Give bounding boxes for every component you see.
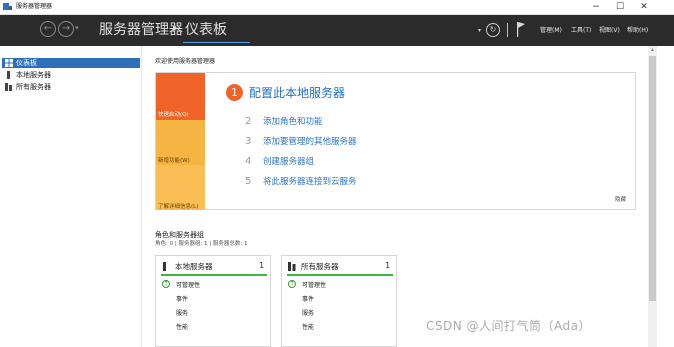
refresh-icon[interactable]: ↻ bbox=[486, 23, 500, 37]
local-server-tile[interactable]: 本地服务器 1 ↑ 可管理性 事件 服务 性能 bbox=[155, 255, 271, 347]
quick-start-panel: 快速启动(Q) 新增功能(W) 了解详细信息(L) 1 配置此本地服务器 2 添… bbox=[155, 72, 636, 210]
main-step-number: 1 bbox=[226, 84, 243, 101]
roles-section-summary: 角色: 0 | 服务器组: 1 | 服务器总数: 1 bbox=[155, 241, 248, 247]
learn-more-tab[interactable]: 了解详细信息(L) bbox=[156, 165, 205, 210]
notifications-flag-icon[interactable] bbox=[516, 22, 526, 37]
tile-row-services[interactable]: 服务 bbox=[302, 308, 314, 317]
step-number: 4 bbox=[245, 156, 252, 167]
tile-row-manageability[interactable]: 可管理性 bbox=[176, 280, 200, 289]
menu-tools[interactable]: 工具(T) bbox=[571, 26, 591, 35]
step-number: 3 bbox=[245, 136, 252, 147]
dashboard-main: 欢迎使用服务器管理器 快速启动(Q) 新增功能(W) 了解详细信息(L) 1 配… bbox=[142, 46, 648, 347]
tile-row-events[interactable]: 事件 bbox=[176, 294, 188, 303]
add-servers-link[interactable]: 添加要管理的其他服务器 bbox=[263, 136, 357, 148]
step-number: 5 bbox=[245, 176, 252, 187]
tile-count: 1 bbox=[385, 261, 390, 270]
sidebar-item-dashboard[interactable]: 仪表板 bbox=[2, 58, 140, 68]
whats-new-label: 新增功能(W) bbox=[158, 158, 190, 164]
window-title: 服务器管理器 bbox=[16, 3, 53, 10]
tile-title: 本地服务器 bbox=[175, 262, 213, 271]
scrollbar-thumb[interactable] bbox=[649, 56, 656, 301]
sidebar: 仪表板 本地服务器 所有服务器 bbox=[0, 46, 142, 347]
back-button[interactable]: ← bbox=[40, 21, 56, 37]
tile-row-performance[interactable]: 性能 bbox=[302, 322, 314, 331]
history-dropdown-icon[interactable]: ▾ bbox=[75, 24, 79, 32]
minimize-button[interactable]: − bbox=[585, 0, 607, 14]
dashboard-icon bbox=[5, 59, 13, 67]
sidebar-item-label: 本地服务器 bbox=[16, 71, 51, 79]
toolbar-divider bbox=[507, 23, 508, 37]
server-manager-app-icon bbox=[3, 3, 12, 10]
sidebar-item-all-servers[interactable]: 所有服务器 bbox=[2, 82, 140, 92]
breadcrumb-current: 仪表板 bbox=[185, 22, 227, 38]
menu-help[interactable]: 帮助(H) bbox=[627, 26, 648, 35]
tile-title: 所有服务器 bbox=[301, 262, 339, 271]
tile-row-performance[interactable]: 性能 bbox=[176, 322, 188, 331]
connect-cloud-link[interactable]: 将此服务器连接到云服务 bbox=[263, 176, 357, 188]
learn-more-label: 了解详细信息(L) bbox=[158, 204, 199, 210]
quick-start-tab[interactable]: 快速启动(Q) bbox=[156, 73, 205, 120]
status-ok-icon: ↑ bbox=[288, 280, 296, 288]
right-margin bbox=[657, 46, 674, 347]
tile-row-manageability[interactable]: 可管理性 bbox=[302, 280, 326, 289]
welcome-title: 欢迎使用服务器管理器 bbox=[155, 58, 216, 65]
tile-status-bar bbox=[161, 274, 267, 276]
toolbar: ← → ▾ 服务器管理器 ▸ 仪表板 ▾ ↻ 管理(M) 工具(T) 视图(V)… bbox=[0, 15, 674, 46]
tile-count: 1 bbox=[259, 261, 264, 270]
tile-row-services[interactable]: 服务 bbox=[176, 308, 188, 317]
vertical-scrollbar[interactable]: ▴ bbox=[648, 46, 657, 347]
create-server-group-link[interactable]: 创建服务器组 bbox=[263, 156, 314, 168]
whats-new-tab[interactable]: 新增功能(W) bbox=[156, 120, 205, 165]
close-button[interactable]: ✕ bbox=[633, 0, 655, 14]
refresh-dropdown-icon[interactable]: ▾ bbox=[478, 27, 481, 34]
scroll-up-arrow-icon[interactable]: ▴ bbox=[648, 46, 657, 54]
watermark: CSDN @人间打气筒（Ada） bbox=[426, 319, 591, 333]
step-number: 2 bbox=[245, 116, 252, 127]
servers-icon bbox=[5, 83, 12, 91]
breadcrumb-underline bbox=[183, 42, 250, 43]
sidebar-item-label: 所有服务器 bbox=[16, 83, 51, 91]
tile-row-events[interactable]: 事件 bbox=[302, 294, 314, 303]
sidebar-item-label: 仪表板 bbox=[16, 59, 37, 67]
quick-start-label: 快速启动(Q) bbox=[158, 112, 189, 118]
server-icon bbox=[7, 71, 10, 79]
configure-local-server-link[interactable]: 配置此本地服务器 bbox=[249, 85, 345, 101]
servers-icon bbox=[288, 262, 296, 271]
tile-status-bar bbox=[287, 274, 393, 276]
server-icon bbox=[163, 262, 166, 271]
maximize-button[interactable]: ☐ bbox=[609, 0, 631, 14]
hide-link[interactable]: 隐藏 bbox=[615, 195, 626, 203]
breadcrumb-root[interactable]: 服务器管理器 bbox=[99, 21, 183, 39]
window-titlebar: 服务器管理器 − ☐ ✕ bbox=[0, 0, 674, 15]
breadcrumb-separator: ▸ bbox=[173, 23, 179, 34]
add-roles-link[interactable]: 添加角色和功能 bbox=[263, 116, 323, 128]
status-ok-icon: ↑ bbox=[162, 280, 170, 288]
menu-manage[interactable]: 管理(M) bbox=[540, 26, 562, 35]
sidebar-item-local-server[interactable]: 本地服务器 bbox=[2, 70, 140, 80]
all-servers-tile[interactable]: 所有服务器 1 ↑ 可管理性 事件 服务 性能 bbox=[281, 255, 397, 347]
menu-view[interactable]: 视图(V) bbox=[599, 26, 620, 35]
forward-button[interactable]: → bbox=[58, 21, 74, 37]
